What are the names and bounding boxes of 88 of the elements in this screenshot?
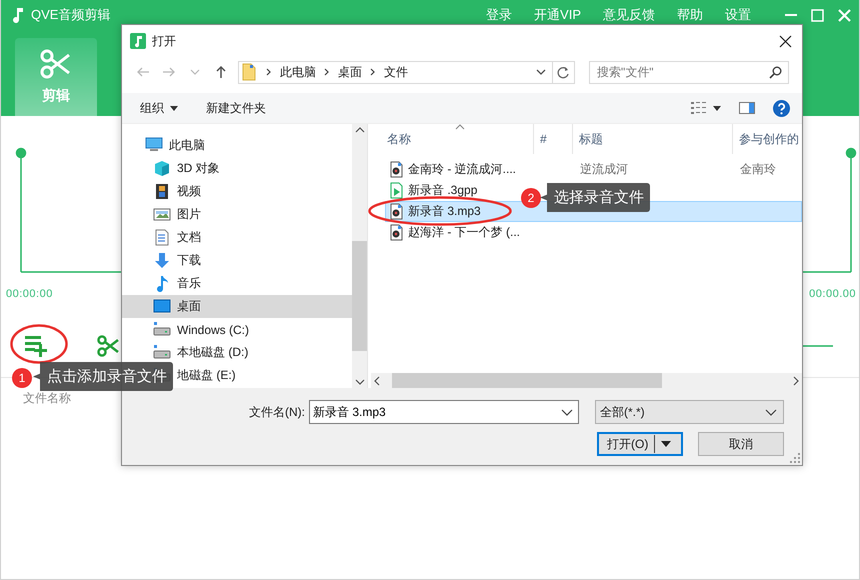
help-icon[interactable]: [773, 100, 790, 116]
scroll-up-icon[interactable]: [354, 127, 364, 133]
column-header[interactable]: #: [534, 124, 573, 154]
file-name: 新录音 .3gpp: [408, 182, 478, 199]
video-file-icon: [389, 182, 404, 199]
scroll-left-icon[interactable]: [374, 376, 380, 386]
nav-item[interactable]: 下载: [122, 249, 352, 272]
open-button[interactable]: 打开(O): [597, 432, 683, 456]
new-folder-button[interactable]: 新建文件夹: [206, 100, 266, 116]
column-header[interactable]: 标题: [573, 124, 733, 154]
caret-icon[interactable]: [661, 441, 672, 447]
nav-item[interactable]: 桌面: [122, 295, 352, 318]
up-arrow-icon[interactable]: [214, 65, 228, 79]
pc-icon: [145, 137, 163, 154]
callout-tooltip: 点击添加录音文件: [33, 362, 173, 391]
preview-pane-icon[interactable]: [739, 102, 755, 114]
callout-ellipse: [10, 324, 68, 364]
start-time: 00:00:00: [6, 288, 53, 300]
callout-tooltip: 选择录音文件: [540, 183, 650, 212]
chevron-down-icon: [765, 408, 777, 416]
chevron-right-icon: [370, 68, 376, 76]
audio-file-icon: [389, 203, 404, 220]
table-cell: 逆流成河: [580, 162, 628, 176]
nav-item[interactable]: 3D 对象: [122, 157, 352, 180]
chevron-right-icon: [266, 68, 272, 76]
search-field[interactable]: 搜索"文件": [589, 60, 789, 84]
music-note-icon: [130, 33, 146, 49]
resize-grip-icon[interactable]: [790, 453, 800, 463]
end-time: 00:00.00: [809, 288, 856, 300]
view-list-icon[interactable]: [691, 101, 707, 115]
download-icon: [153, 252, 171, 269]
nav-item[interactable]: 本地磁盘 (D:): [122, 341, 352, 364]
scrollbar-thumb[interactable]: [392, 373, 662, 388]
table-cell: 金南玲: [740, 162, 776, 176]
nav-item[interactable]: Windows (C:): [122, 318, 352, 341]
dialog-title: 打开: [152, 32, 177, 50]
file-row[interactable]: 赵海洋 - 下一个梦 (...: [385, 222, 802, 243]
add-list-icon[interactable]: [25, 334, 49, 358]
column-header[interactable]: 名称: [371, 124, 534, 154]
address-bar[interactable]: 此电脑 桌面 文件: [238, 60, 575, 84]
sort-caret-icon: [455, 124, 465, 130]
nav-item[interactable]: 视频: [122, 180, 352, 203]
nav-item[interactable]: 图片: [122, 203, 352, 226]
maximize-icon[interactable]: [811, 8, 824, 22]
scroll-right-icon[interactable]: [793, 376, 799, 386]
column-header: 文件名称: [22, 390, 72, 407]
audio-file-icon: [389, 161, 404, 178]
nav-item[interactable]: 文档: [122, 226, 352, 249]
desktop-icon: [153, 298, 171, 315]
cancel-button[interactable]: 取消: [698, 432, 784, 456]
folder-icon: [242, 63, 256, 81]
chevron-down-icon[interactable]: [536, 68, 546, 76]
scissors-icon: [40, 49, 72, 79]
file-name: 新录音 3.mp3: [408, 203, 481, 220]
image-icon: [153, 206, 171, 223]
app-title: QVE音频剪辑: [31, 6, 112, 24]
file-type-dropdown[interactable]: 全部(*.*): [595, 400, 784, 424]
close-icon[interactable]: [779, 34, 792, 48]
scroll-down-icon[interactable]: [354, 379, 364, 385]
chevron-down-icon[interactable]: [561, 409, 573, 416]
caret-icon[interactable]: [713, 106, 721, 110]
film-icon: [153, 183, 171, 200]
doc-icon: [153, 229, 171, 246]
breadcrumb-item[interactable]: 桌面: [334, 64, 366, 80]
step-badge: 1: [12, 368, 32, 388]
breadcrumb-item[interactable]: 文件: [380, 64, 412, 80]
music-note-icon: [11, 6, 25, 24]
file-name: 金南玲 - 逆流成河....: [408, 161, 516, 178]
audio-file-icon: [389, 224, 404, 241]
scissors-icon[interactable]: [97, 334, 119, 356]
field-label: 文件名(N):: [249, 404, 305, 420]
drive-icon: [153, 321, 171, 338]
drive-icon: [153, 344, 171, 361]
file-name: 赵海洋 - 下一个梦 (...: [408, 224, 520, 241]
nav-item[interactable]: 音乐: [122, 272, 352, 295]
search-icon[interactable]: [769, 66, 782, 78]
column-header[interactable]: 参与创作的: [733, 124, 802, 154]
refresh-icon[interactable]: [557, 66, 570, 78]
caret-icon: [170, 106, 178, 110]
file-row[interactable]: 金南玲 - 逆流成河.... 逆流成河 金南玲: [385, 159, 802, 180]
breadcrumb-item[interactable]: 此电脑: [276, 64, 320, 80]
chevron-right-icon: [324, 68, 330, 76]
nav-item[interactable]: 此电脑: [122, 134, 352, 157]
filename-field[interactable]: 新录音 3.mp3: [309, 400, 579, 424]
cube-icon: [153, 160, 171, 177]
organize-button[interactable]: 组织: [140, 100, 178, 116]
scrollbar-thumb[interactable]: [352, 241, 367, 351]
progress-line: [801, 344, 833, 346]
